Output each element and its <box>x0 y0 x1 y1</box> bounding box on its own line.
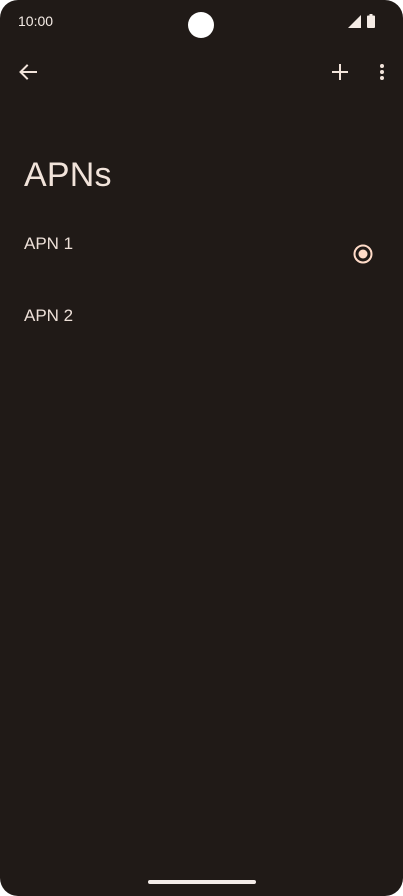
add-apn-button[interactable] <box>320 52 360 92</box>
more-vert-icon <box>380 64 384 80</box>
battery-icon <box>367 14 375 28</box>
apn-list-item[interactable]: APN 1 <box>0 212 403 284</box>
back-button[interactable] <box>8 52 48 92</box>
toolbar <box>0 50 403 94</box>
home-indicator[interactable] <box>148 880 256 884</box>
status-bar: 10:00 <box>0 0 403 44</box>
apn-label: APN 1 <box>24 234 74 253</box>
arrow-back-icon <box>19 64 37 80</box>
cell-signal-icon <box>348 15 361 28</box>
more-options-button[interactable] <box>362 52 402 92</box>
plus-icon <box>332 64 348 80</box>
apn-list: APN 1 APN 2 <box>0 212 403 356</box>
apn-list-item[interactable]: APN 2 <box>0 284 403 356</box>
radio-selected-icon[interactable] <box>353 244 373 264</box>
apn-label: APN 2 <box>24 306 74 325</box>
page-title: APNs <box>24 156 112 194</box>
status-time: 10:00 <box>18 13 54 29</box>
camera-cutout <box>188 12 214 38</box>
apn-settings-screen: 10:00 APNs APN 1 APN 2 <box>0 0 403 896</box>
